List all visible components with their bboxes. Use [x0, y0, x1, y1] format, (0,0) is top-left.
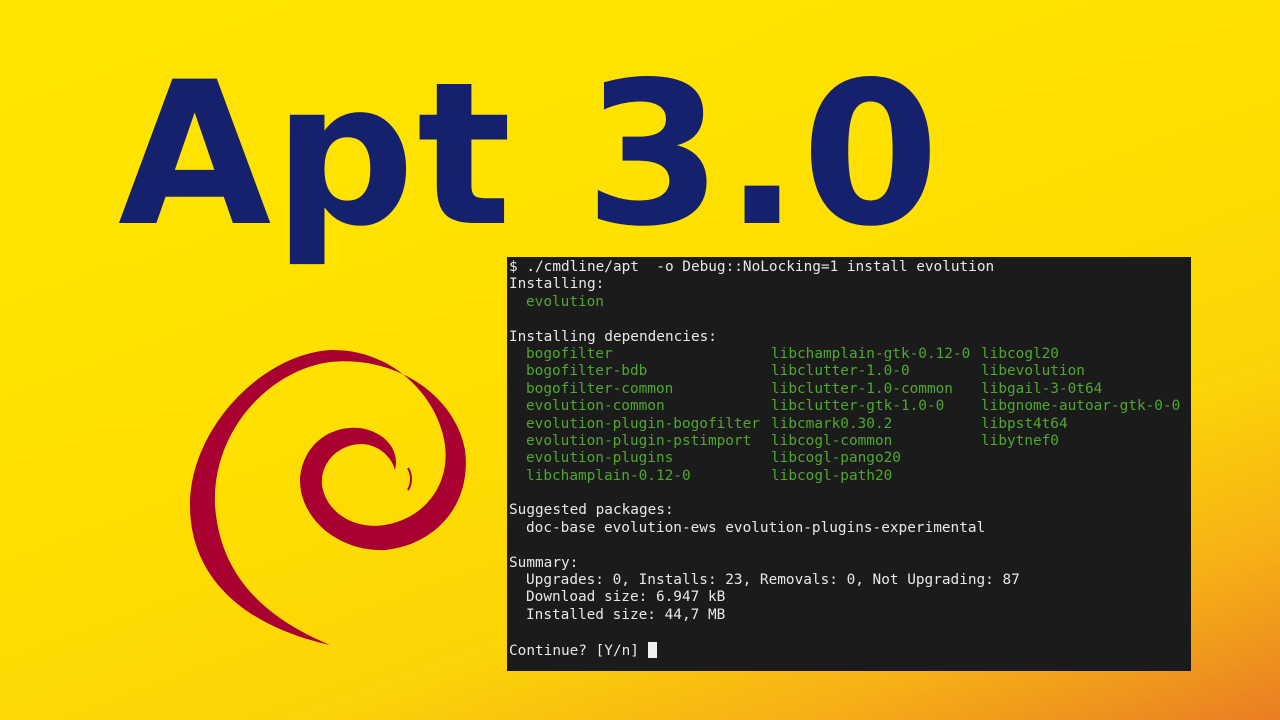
continue-prompt: Continue? [Y/n] — [509, 642, 648, 659]
dependency-package: libcogl20 — [981, 345, 1059, 362]
dependency-package: libclutter-1.0-0 — [771, 363, 910, 380]
dependencies-header: Installing dependencies: — [509, 328, 717, 345]
prompt-line[interactable]: Continue? [Y/n] — [509, 641, 1191, 659]
dependency-package: evolution-common — [526, 398, 665, 415]
suggested-header: Suggested packages: — [509, 502, 674, 519]
dependency-package: libytnef0 — [981, 432, 1059, 449]
terminal-cursor — [647, 641, 657, 658]
dependencies-list: bogofilter libchamplain-gtk-0.12-0 libco… — [509, 346, 1191, 485]
dependency-package — [981, 468, 1191, 485]
dependency-package: libcogl-pango20 — [771, 450, 901, 467]
dependency-package: libcmark0.30.2 — [771, 415, 893, 432]
dependency-package: libevolution — [981, 363, 1085, 380]
dependency-package: libchamplain-gtk-0.12-0 — [771, 345, 971, 362]
download-size: Download size: 6.947 kB — [526, 589, 726, 606]
summary-counts: Upgrades: 0, Installs: 23, Removals: 0, … — [526, 572, 1020, 589]
installing-header: Installing: — [509, 276, 605, 293]
dependency-package: bogofilter-bdb — [526, 363, 648, 380]
installed-size: Installed size: 44,7 MB — [526, 606, 726, 623]
dependency-package: evolution-plugins — [526, 450, 674, 467]
dependency-package: libclutter-1.0-common — [771, 380, 953, 397]
dependency-package: bogofilter-common — [526, 380, 674, 397]
dependency-package: libgnome-autoar-gtk-0-0 — [981, 398, 1181, 415]
dependency-package: libpst4t64 — [981, 415, 1068, 432]
suggested-packages: doc-base evolution-ews evolution-plugins… — [526, 519, 986, 536]
dependency-package: evolution-plugin-bogofilter — [526, 415, 760, 432]
dependency-package: libgail-3-0t64 — [981, 380, 1103, 397]
dependency-package: libchamplain-0.12-0 — [526, 467, 691, 484]
command-line: $ ./cmdline/apt -o Debug::NoLocking=1 in… — [509, 259, 995, 275]
dependency-package: evolution-plugin-pstimport — [526, 432, 752, 449]
dependency-package: bogofilter — [526, 345, 613, 362]
terminal-window[interactable]: $ ./cmdline/apt -o Debug::NoLocking=1 in… — [507, 257, 1191, 671]
dependency-package — [981, 450, 1191, 467]
summary-header: Summary: — [509, 554, 579, 571]
dependency-package: libclutter-gtk-1.0-0 — [771, 398, 945, 415]
debian-swirl-icon — [190, 349, 466, 645]
dependency-package: libcogl-common — [771, 432, 893, 449]
dependency-package: libcogl-path20 — [771, 467, 893, 484]
installing-package: evolution — [526, 293, 604, 310]
page-title: Apt 3.0 — [118, 39, 942, 270]
